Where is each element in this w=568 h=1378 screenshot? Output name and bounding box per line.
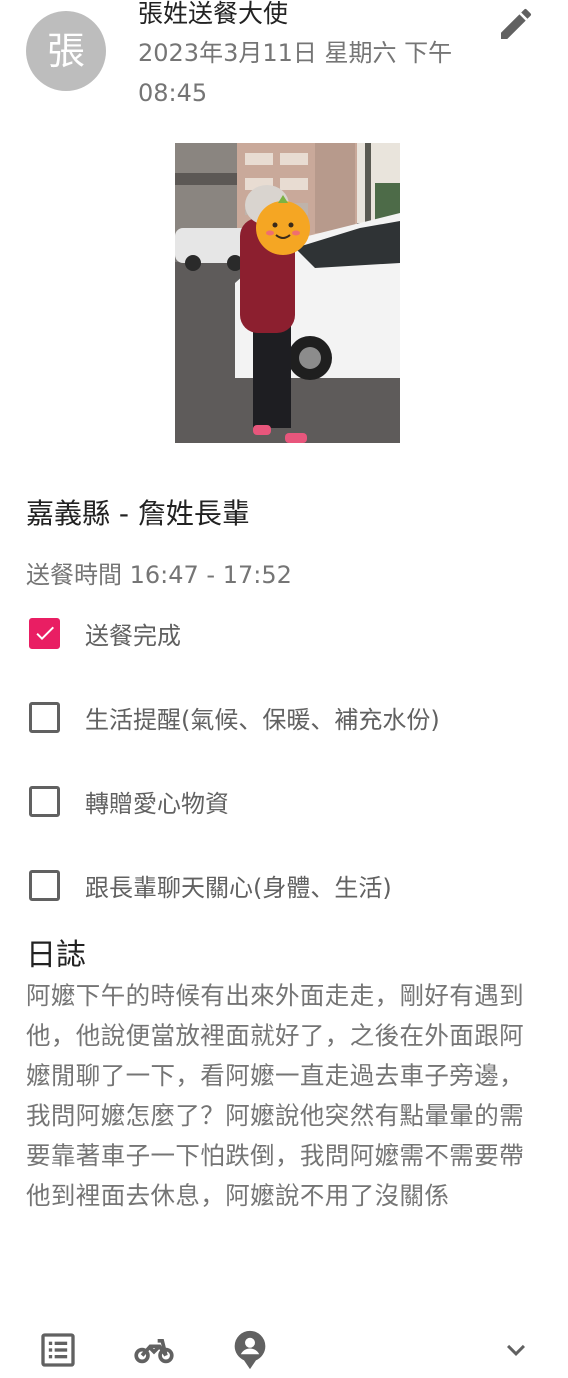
expand-button[interactable] <box>491 1325 541 1375</box>
delivery-photo <box>175 143 400 443</box>
person-pin-icon <box>234 1330 266 1370</box>
checkbox-unchecked[interactable] <box>29 869 60 901</box>
log-heading: 日誌 <box>26 938 86 973</box>
log-body: 阿嬤下午的時候有出來外面走走，剛好有遇到他，他說便當放裡面就好了，之後在外面跟阿… <box>26 981 524 1210</box>
author-name: 張姓送餐大使 <box>138 0 289 28</box>
checkbox-checked[interactable] <box>29 617 60 649</box>
checklist-item-life-reminder[interactable]: 生活提醒(氣候、保暖、補充水份) <box>26 697 440 737</box>
delivery-button[interactable] <box>129 1325 179 1375</box>
delivery-time: 送餐時間 16:47 - 17:52 <box>26 561 292 589</box>
checklist-item-donated-supplies[interactable]: 轉贈愛心物資 <box>26 781 229 821</box>
checkbox-unchecked[interactable] <box>29 785 60 817</box>
list-icon <box>41 1333 75 1367</box>
recipient-title: 嘉義縣 - 詹姓長輩 <box>26 497 250 530</box>
edit-button[interactable] <box>494 2 538 46</box>
motorcycle-icon <box>134 1339 174 1364</box>
chevron-down-icon <box>507 1344 525 1356</box>
list-button[interactable] <box>33 1325 83 1375</box>
checklist-label: 生活提醒(氣候、保暖、補充水份) <box>85 705 440 734</box>
checklist-label: 送餐完成 <box>85 621 181 650</box>
post-datetime: 2023年3月11日 星期六 下午08:45 <box>138 39 453 107</box>
pencil-icon <box>501 8 532 39</box>
checklist-item-delivery-complete[interactable]: 送餐完成 <box>26 613 181 653</box>
check-icon <box>35 626 54 640</box>
checkbox-unchecked[interactable] <box>29 701 60 733</box>
checklist-item-chat-with-elder[interactable]: 跟長輩聊天關心(身體、生活) <box>26 865 392 905</box>
profile-button[interactable] <box>225 1325 275 1375</box>
avatar: 張 <box>26 11 106 91</box>
checklist-label: 跟長輩聊天關心(身體、生活) <box>85 873 392 902</box>
checklist-label: 轉贈愛心物資 <box>85 789 229 818</box>
